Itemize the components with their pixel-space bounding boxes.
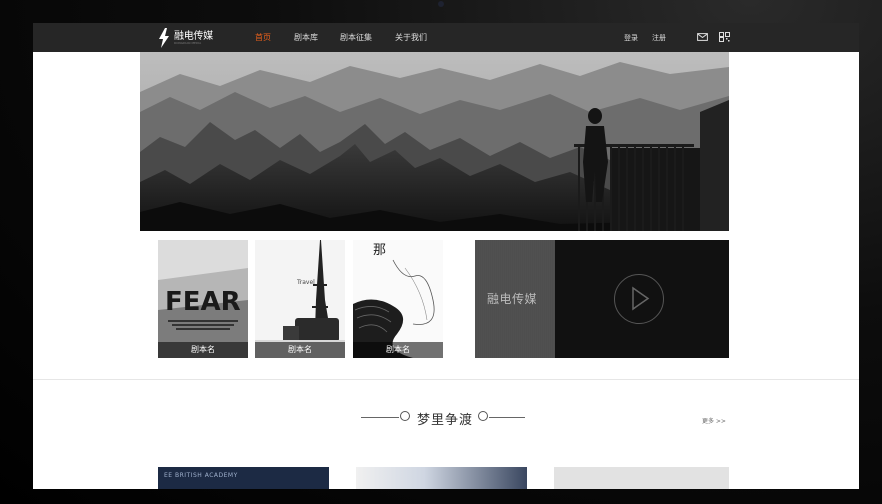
nav-item-script-library[interactable]: 剧本库 (294, 33, 318, 43)
qr-code-icon[interactable] (719, 32, 730, 42)
register-link[interactable]: 注册 (652, 33, 666, 43)
logo-subtitle: RONGDIAN MEDIA (174, 40, 202, 45)
camera-dot (438, 1, 444, 7)
logo-text: 融电传媒 (174, 30, 213, 42)
mountain-landscape-image (140, 52, 729, 231)
ornament-icon (400, 411, 410, 421)
section-title: 梦里争渡 (417, 413, 474, 428)
ornament-icon (478, 411, 488, 421)
title-right-line (489, 417, 525, 418)
video-brand-text: 融电传媒 (487, 292, 538, 306)
nav-item-home[interactable]: 首页 (255, 33, 271, 43)
lightning-bolt-icon (159, 28, 169, 48)
fear-poster-image: FEAR (158, 240, 248, 358)
poster-title: Travel (296, 279, 315, 286)
bottom-thumb[interactable] (356, 467, 527, 489)
play-icon[interactable] (614, 274, 664, 324)
script-cards-section: FEAR 剧本名 Travel 剧本名 那 剧本名 融电传媒 (33, 231, 859, 379)
section-header: 梦里争渡 (33, 407, 859, 429)
screen-frame: 融电传媒 RONGDIAN MEDIA 首页 剧本库 剧本征集 关于我们 登录 … (0, 0, 882, 504)
website: 融电传媒 RONGDIAN MEDIA 首页 剧本库 剧本征集 关于我们 登录 … (33, 23, 859, 489)
login-link[interactable]: 登录 (624, 33, 638, 43)
section-divider (33, 379, 859, 380)
bottom-thumb[interactable]: EE BRITISH ACADEMY (158, 467, 329, 489)
script-card[interactable]: FEAR 剧本名 (158, 240, 248, 358)
video-brand-panel: 融电传媒 (475, 240, 555, 358)
nav-item-script-collection[interactable]: 剧本征集 (340, 33, 372, 43)
eiffel-poster-image: Travel (255, 240, 345, 358)
title-left-line (361, 417, 399, 418)
play-triangle-icon (632, 286, 650, 311)
card-caption: 剧本名 (158, 342, 248, 358)
mail-icon[interactable] (697, 32, 708, 42)
logo-text-group: 融电传媒 RONGDIAN MEDIA (174, 30, 213, 45)
script-card[interactable]: 那 剧本名 (353, 240, 443, 358)
poster-title: FEAR (165, 287, 241, 317)
top-nav: 融电传媒 RONGDIAN MEDIA 首页 剧本库 剧本征集 关于我们 登录 … (33, 23, 859, 52)
poster-title: 那 (373, 243, 386, 258)
script-card[interactable]: Travel 剧本名 (255, 240, 345, 358)
more-link[interactable]: 更多 >> (702, 416, 726, 425)
video-player[interactable]: 融电传媒 (475, 240, 729, 358)
hero-banner (140, 52, 729, 231)
logo[interactable]: 融电传媒 RONGDIAN MEDIA (157, 28, 213, 48)
bottom-thumb[interactable] (554, 467, 729, 489)
card-caption: 剧本名 (353, 342, 443, 358)
map-poster-image: 那 (353, 240, 443, 358)
thumb-text: EE BRITISH ACADEMY (164, 472, 238, 479)
nav-item-about-us[interactable]: 关于我们 (395, 33, 427, 43)
card-caption: 剧本名 (255, 342, 345, 358)
